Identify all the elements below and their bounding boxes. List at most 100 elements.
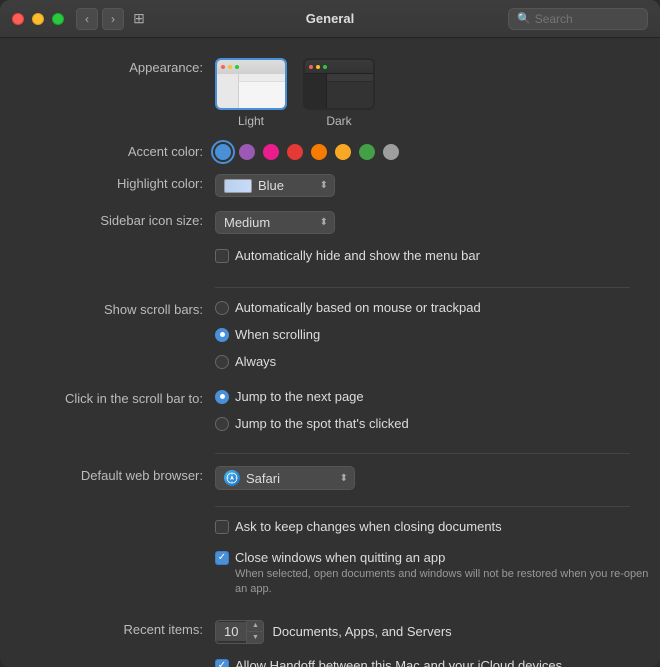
accent-blue-dot[interactable] bbox=[215, 144, 231, 160]
divider-2 bbox=[215, 453, 630, 454]
checkboxes-label bbox=[30, 519, 215, 521]
scroll-auto-row: Automatically based on mouse or trackpad bbox=[215, 300, 481, 315]
highlight-color-dropdown[interactable]: Blue ⬍ bbox=[215, 174, 335, 197]
checkboxes-row: Ask to keep changes when closing documen… bbox=[0, 519, 660, 606]
allow-handoff-content: Allow Handoff between this Mac and your … bbox=[215, 658, 660, 667]
highlight-color-row: Highlight color: Blue ⬍ bbox=[0, 174, 660, 197]
auto-hide-checkbox-row: Automatically hide and show the menu bar bbox=[215, 248, 480, 263]
scroll-auto-label: Automatically based on mouse or trackpad bbox=[235, 300, 481, 315]
click-scroll-bar-content: Jump to the next page Jump to the spot t… bbox=[215, 389, 660, 437]
auto-hide-label bbox=[30, 248, 215, 250]
recent-items-label: Recent items: bbox=[30, 620, 215, 637]
close-windows-label: Close windows when quitting an app bbox=[235, 550, 660, 565]
appearance-light-label: Light bbox=[238, 114, 264, 128]
recent-items-stepper[interactable]: 10 ▲ ▼ bbox=[215, 620, 264, 644]
scroll-always-radio[interactable] bbox=[215, 355, 229, 369]
allow-handoff-label bbox=[30, 658, 215, 660]
appearance-row: Appearance: bbox=[0, 58, 660, 128]
window: ‹ › ⊞ General 🔍 Appearance: bbox=[0, 0, 660, 667]
minimize-button[interactable] bbox=[32, 13, 44, 25]
close-windows-row: Close windows when quitting an app When … bbox=[215, 550, 660, 598]
checkboxes-content: Ask to keep changes when closing documen… bbox=[215, 519, 660, 606]
show-scroll-bars-label: Show scroll bars: bbox=[30, 300, 215, 317]
default-browser-row: Default web browser: Safari bbox=[0, 466, 660, 490]
highlight-color-label: Highlight color: bbox=[30, 174, 215, 191]
window-title: General bbox=[306, 11, 354, 26]
click-scroll-bar-label: Click in the scroll bar to: bbox=[30, 389, 215, 406]
click-next-page-radio[interactable] bbox=[215, 390, 229, 404]
accent-green-dot[interactable] bbox=[359, 144, 375, 160]
sidebar-icon-size-dropdown[interactable]: Medium ⬍ bbox=[215, 211, 335, 234]
auto-hide-row: Automatically hide and show the menu bar bbox=[0, 248, 660, 271]
default-browser-arrow-icon: ⬍ bbox=[340, 473, 348, 484]
accent-red-dot[interactable] bbox=[287, 144, 303, 160]
click-clicked-spot-radio[interactable] bbox=[215, 417, 229, 431]
recent-items-content: 10 ▲ ▼ Documents, Apps, and Servers bbox=[215, 620, 660, 644]
appearance-options: Light bbox=[215, 58, 375, 128]
search-icon: 🔍 bbox=[517, 12, 531, 25]
sidebar-icon-size-row: Sidebar icon size: Medium ⬍ bbox=[0, 211, 660, 234]
sidebar-icon-size-label: Sidebar icon size: bbox=[30, 211, 215, 228]
highlight-color-arrow-icon: ⬍ bbox=[320, 180, 328, 191]
stepper-down-button[interactable]: ▼ bbox=[247, 632, 263, 643]
stepper-up-button[interactable]: ▲ bbox=[247, 621, 263, 632]
nav-buttons: ‹ › bbox=[76, 8, 124, 30]
show-scroll-bars-content: Automatically based on mouse or trackpad… bbox=[215, 300, 660, 375]
close-windows-checkbox[interactable] bbox=[215, 551, 229, 565]
accent-yellow-dot[interactable] bbox=[335, 144, 351, 160]
accent-graphite-dot[interactable] bbox=[383, 144, 399, 160]
sidebar-icon-size-arrow-icon: ⬍ bbox=[320, 217, 328, 228]
traffic-lights bbox=[12, 13, 64, 25]
appearance-dark-thumb[interactable] bbox=[303, 58, 375, 110]
click-next-page-row: Jump to the next page bbox=[215, 389, 409, 404]
scroll-scrolling-row: When scrolling bbox=[215, 327, 481, 342]
divider-3 bbox=[215, 506, 630, 507]
safari-icon bbox=[224, 470, 240, 486]
appearance-dark-option[interactable]: Dark bbox=[303, 58, 375, 128]
ask-changes-checkbox[interactable] bbox=[215, 520, 229, 534]
grid-button[interactable]: ⊞ bbox=[128, 8, 150, 30]
scroll-scrolling-label: When scrolling bbox=[235, 327, 320, 342]
scroll-scrolling-radio[interactable] bbox=[215, 328, 229, 342]
ask-changes-row: Ask to keep changes when closing documen… bbox=[215, 519, 660, 534]
recent-items-unit: Documents, Apps, and Servers bbox=[272, 624, 451, 639]
allow-handoff-checkbox-label: Allow Handoff between this Mac and your … bbox=[235, 658, 562, 667]
default-browser-content: Safari ⬍ bbox=[215, 466, 660, 490]
click-clicked-spot-row: Jump to the spot that's clicked bbox=[215, 416, 409, 431]
show-scroll-bars-row: Show scroll bars: Automatically based on… bbox=[0, 300, 660, 375]
scroll-always-label: Always bbox=[235, 354, 276, 369]
accent-color-content bbox=[215, 142, 660, 160]
click-scroll-bar-row: Click in the scroll bar to: Jump to the … bbox=[0, 389, 660, 437]
appearance-label: Appearance: bbox=[30, 58, 215, 75]
appearance-content: Light bbox=[215, 58, 660, 128]
appearance-light-option[interactable]: Light bbox=[215, 58, 287, 128]
allow-handoff-checkbox[interactable] bbox=[215, 659, 229, 667]
search-bar[interactable]: 🔍 bbox=[508, 8, 648, 30]
default-browser-label: Default web browser: bbox=[30, 466, 215, 483]
recent-items-value: 10 bbox=[216, 622, 246, 641]
accent-purple-dot[interactable] bbox=[239, 144, 255, 160]
accent-orange-dot[interactable] bbox=[311, 144, 327, 160]
highlight-color-value: Blue bbox=[258, 178, 284, 193]
allow-handoff-checkbox-row: Allow Handoff between this Mac and your … bbox=[215, 658, 562, 667]
close-button[interactable] bbox=[12, 13, 24, 25]
appearance-light-thumb[interactable] bbox=[215, 58, 287, 110]
accent-color-label: Accent color: bbox=[30, 142, 215, 159]
content-area: Appearance: bbox=[0, 38, 660, 667]
forward-button[interactable]: › bbox=[102, 8, 124, 30]
auto-hide-checkbox[interactable] bbox=[215, 249, 229, 263]
back-button[interactable]: ‹ bbox=[76, 8, 98, 30]
appearance-dark-label: Dark bbox=[326, 114, 351, 128]
recent-items-row: Recent items: 10 ▲ ▼ Documents, Apps, an… bbox=[0, 620, 660, 644]
search-input[interactable] bbox=[535, 12, 639, 26]
maximize-button[interactable] bbox=[52, 13, 64, 25]
scroll-auto-radio[interactable] bbox=[215, 301, 229, 315]
sidebar-icon-size-content: Medium ⬍ bbox=[215, 211, 660, 234]
titlebar: ‹ › ⊞ General 🔍 bbox=[0, 0, 660, 38]
auto-hide-checkbox-label: Automatically hide and show the menu bar bbox=[235, 248, 480, 263]
close-windows-sublabel: When selected, open documents and window… bbox=[235, 567, 660, 598]
default-browser-dropdown[interactable]: Safari ⬍ bbox=[215, 466, 355, 490]
divider-1 bbox=[215, 287, 630, 288]
auto-hide-content: Automatically hide and show the menu bar bbox=[215, 248, 660, 271]
accent-pink-dot[interactable] bbox=[263, 144, 279, 160]
